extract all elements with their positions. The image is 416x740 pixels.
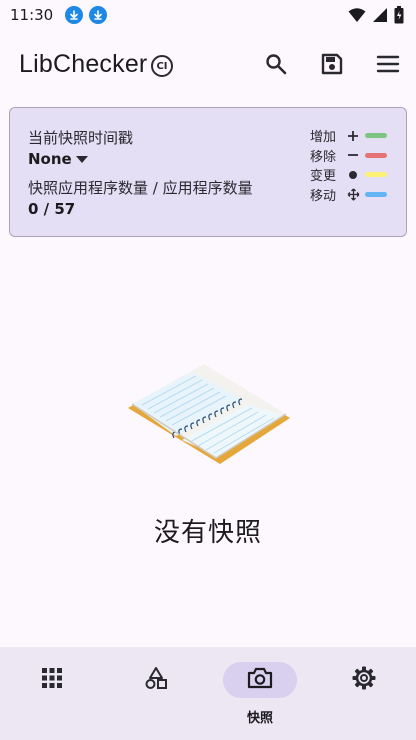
nav-icon-container bbox=[119, 662, 193, 698]
move-arrows-icon bbox=[346, 187, 360, 201]
change-legend: 增加 移除 变更 移动 bbox=[310, 126, 400, 204]
apps-grid-icon bbox=[41, 667, 63, 693]
timestamp-value[interactable]: None bbox=[28, 150, 72, 168]
dot-icon bbox=[346, 168, 360, 182]
status-bar: 11:30 bbox=[0, 0, 416, 30]
legend-added: 增加 bbox=[310, 126, 400, 146]
open-notebook-illustration bbox=[124, 360, 294, 470]
ci-badge: CI bbox=[151, 55, 173, 77]
count-value: 0 / 57 bbox=[28, 200, 76, 218]
download-icon bbox=[89, 6, 108, 24]
legend-removed: 移除 bbox=[310, 146, 400, 166]
legend-moved: 移动 bbox=[310, 185, 400, 205]
save-snapshot-button[interactable] bbox=[318, 52, 346, 80]
timestamp-label: 当前快照时间戳 bbox=[28, 129, 134, 147]
more-menu-button[interactable] bbox=[374, 52, 402, 80]
legend-changed: 变更 bbox=[310, 165, 400, 185]
shapes-icon bbox=[144, 666, 168, 694]
count-label: 快照应用程序数量 / 应用程序数量 bbox=[28, 179, 253, 197]
nav-item-apps[interactable] bbox=[0, 647, 104, 740]
chevron-down-icon[interactable] bbox=[76, 156, 88, 163]
search-icon bbox=[264, 52, 288, 80]
moved-color-bar bbox=[365, 191, 387, 197]
added-color-bar bbox=[365, 133, 387, 139]
removed-color-bar bbox=[365, 152, 387, 158]
snapshot-info-card[interactable]: 当前快照时间戳 None 快照应用程序数量 / 应用程序数量 0 / 57 增加… bbox=[9, 107, 407, 237]
changed-color-bar bbox=[365, 172, 387, 178]
app-bar: LibChecker CI bbox=[0, 40, 416, 92]
empty-state-text: 没有快照 bbox=[153, 518, 262, 548]
settings-gear-icon bbox=[352, 666, 376, 694]
nav-item-settings[interactable] bbox=[312, 647, 416, 740]
status-time: 11:30 bbox=[10, 6, 54, 24]
bottom-navigation: 快照 bbox=[0, 647, 416, 740]
nav-item-snapshot[interactable]: 快照 bbox=[208, 647, 312, 740]
download-icon bbox=[65, 6, 84, 24]
nav-label-snapshot: 快照 bbox=[246, 711, 273, 726]
minus-icon bbox=[346, 148, 360, 162]
menu-icon bbox=[376, 54, 400, 78]
app-title: LibChecker bbox=[19, 50, 148, 78]
nav-active-indicator bbox=[223, 662, 297, 698]
nav-icon-container bbox=[327, 662, 401, 698]
battery-icon bbox=[394, 6, 404, 28]
signal-icon bbox=[372, 7, 388, 27]
nav-icon-container bbox=[15, 662, 89, 698]
wifi-icon bbox=[348, 7, 366, 27]
camera-icon bbox=[247, 667, 273, 693]
save-icon bbox=[321, 53, 343, 79]
plus-icon bbox=[346, 129, 360, 143]
nav-item-statistics[interactable] bbox=[104, 647, 208, 740]
search-button[interactable] bbox=[262, 52, 290, 80]
